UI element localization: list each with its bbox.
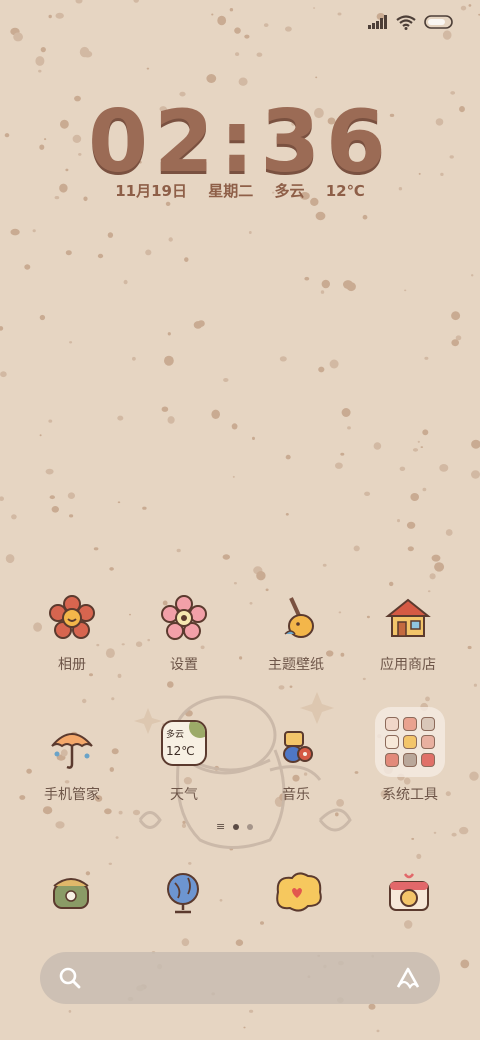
folder-system-tools[interactable]	[375, 707, 445, 777]
weather-widget-condition: 多云	[166, 730, 185, 740]
page-dot-active[interactable]	[233, 824, 240, 830]
page-indicator[interactable]: ≡	[216, 820, 254, 833]
camera-icon[interactable]	[384, 868, 434, 918]
page-dot[interactable]	[247, 824, 254, 830]
wifi-icon	[396, 14, 416, 30]
phone-icon[interactable]	[46, 868, 96, 918]
weekday-text: 星期二	[208, 182, 254, 200]
weather-icon: 多云 12℃	[161, 720, 207, 766]
clock-time[interactable]: 02:36	[0, 92, 480, 192]
umbrella-icon	[51, 733, 93, 769]
app-music[interactable]: 音乐	[240, 724, 352, 834]
app-gallery[interactable]: 相册	[16, 594, 128, 704]
app-label: 天气	[170, 787, 198, 803]
weather-text: 多云	[274, 182, 305, 200]
status-bar	[368, 10, 454, 34]
app-store[interactable]: 应用商店	[352, 594, 464, 704]
assistant-icon[interactable]	[394, 965, 422, 991]
app-settings[interactable]: 设置	[128, 594, 240, 704]
music-bird-icon	[283, 731, 313, 763]
app-label: 音乐	[282, 787, 310, 803]
house-icon	[385, 598, 431, 637]
app-weather[interactable]: 多云 12℃ 天气	[128, 720, 240, 834]
paintbrush-bird-icon	[284, 597, 314, 638]
battery-icon	[424, 15, 453, 29]
app-label: 应用商店	[380, 657, 436, 673]
search-bar[interactable]	[40, 952, 440, 1004]
app-themes[interactable]: 主题壁纸	[240, 594, 352, 704]
date-text: 11月19日	[115, 182, 187, 200]
pink-flower-gear-icon	[161, 595, 207, 640]
temperature-text: 12℃	[325, 182, 365, 200]
signal-icon	[368, 15, 387, 29]
date-weather-line[interactable]: 11月19日 星期二 多云 12℃	[0, 180, 480, 201]
menu-lines-icon: ≡	[216, 820, 226, 833]
app-label: 相册	[58, 657, 86, 673]
app-label: 主题壁纸	[268, 657, 324, 673]
app-label: 设置	[170, 657, 198, 673]
folder-label: 系统工具	[382, 787, 438, 803]
flower-icon	[49, 595, 95, 639]
app-phone-manager[interactable]: 手机管家	[16, 724, 128, 834]
search-icon[interactable]	[58, 966, 82, 990]
message-bubble-icon[interactable]	[270, 868, 326, 918]
weather-widget-temp: 12℃	[166, 744, 195, 758]
app-label: 手机管家	[44, 787, 100, 803]
globe-icon[interactable]	[158, 868, 208, 918]
